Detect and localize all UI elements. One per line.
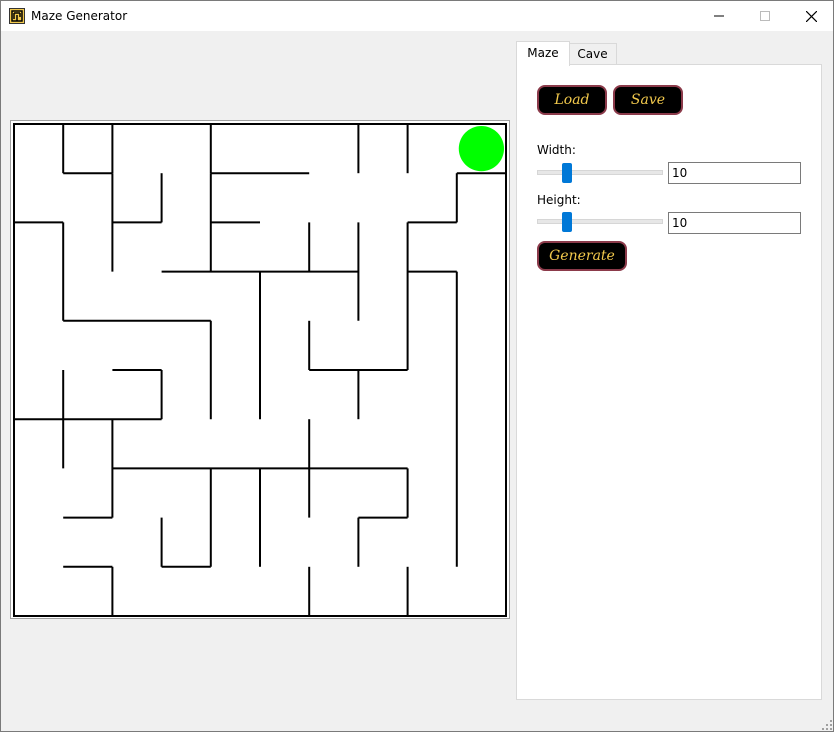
close-icon [806, 11, 817, 22]
maximize-button[interactable] [742, 1, 788, 31]
maximize-icon [760, 11, 770, 21]
width-slider-track [537, 170, 663, 175]
close-button[interactable] [788, 1, 834, 31]
player-marker [458, 125, 505, 172]
minimize-icon [714, 15, 724, 17]
width-slider[interactable] [537, 163, 663, 183]
app-icon [9, 8, 25, 24]
tab-cave[interactable]: Cave [568, 43, 617, 64]
width-slider-thumb[interactable] [561, 163, 572, 183]
save-button[interactable]: Save [613, 85, 683, 115]
height-slider[interactable] [537, 212, 663, 232]
generate-button[interactable]: Generate [537, 241, 627, 271]
height-label: Height: [537, 193, 581, 207]
maze-tab-panel: Load Save Width: Height: Generate [516, 64, 822, 700]
height-slider-thumb[interactable] [561, 212, 572, 232]
height-slider-track [537, 219, 663, 224]
height-input[interactable] [668, 212, 801, 234]
resize-grip-icon[interactable] [822, 720, 832, 730]
tab-maze-label: Maze [527, 46, 559, 60]
tab-maze[interactable]: Maze [516, 41, 570, 66]
window-title: Maze Generator [31, 9, 128, 23]
load-button[interactable]: Load [537, 85, 607, 115]
tab-cave-label: Cave [577, 47, 608, 61]
maze-drawing [13, 123, 507, 617]
width-label: Width: [537, 143, 576, 157]
title-bar[interactable]: Maze Generator [1, 1, 833, 31]
maze-canvas[interactable] [10, 120, 510, 619]
minimize-button[interactable] [696, 1, 742, 31]
width-input[interactable] [668, 162, 801, 184]
